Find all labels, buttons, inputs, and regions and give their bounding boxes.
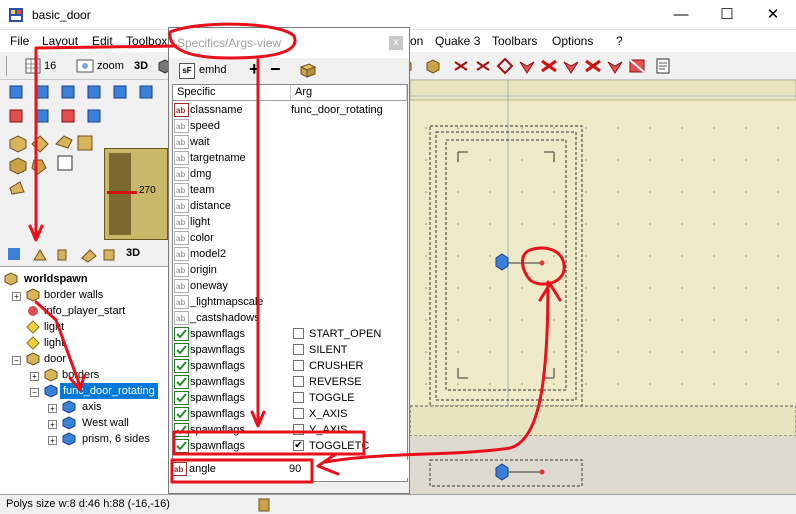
annotation-overlay [28,22,566,484]
annotation-arrow-to-door [34,300,82,388]
annotation-arrowhead-angle [316,452,340,476]
annotation-arrow-to-angle [324,280,550,464]
annotation-pivot-circle [521,246,566,286]
annotation-angle-box [170,458,314,484]
annotation-title-oval [168,22,297,60]
annotation-arrowhead-up [538,282,562,302]
annotation-arrow-to-tree [34,44,178,238]
annotation-toggletc-box [172,430,366,456]
